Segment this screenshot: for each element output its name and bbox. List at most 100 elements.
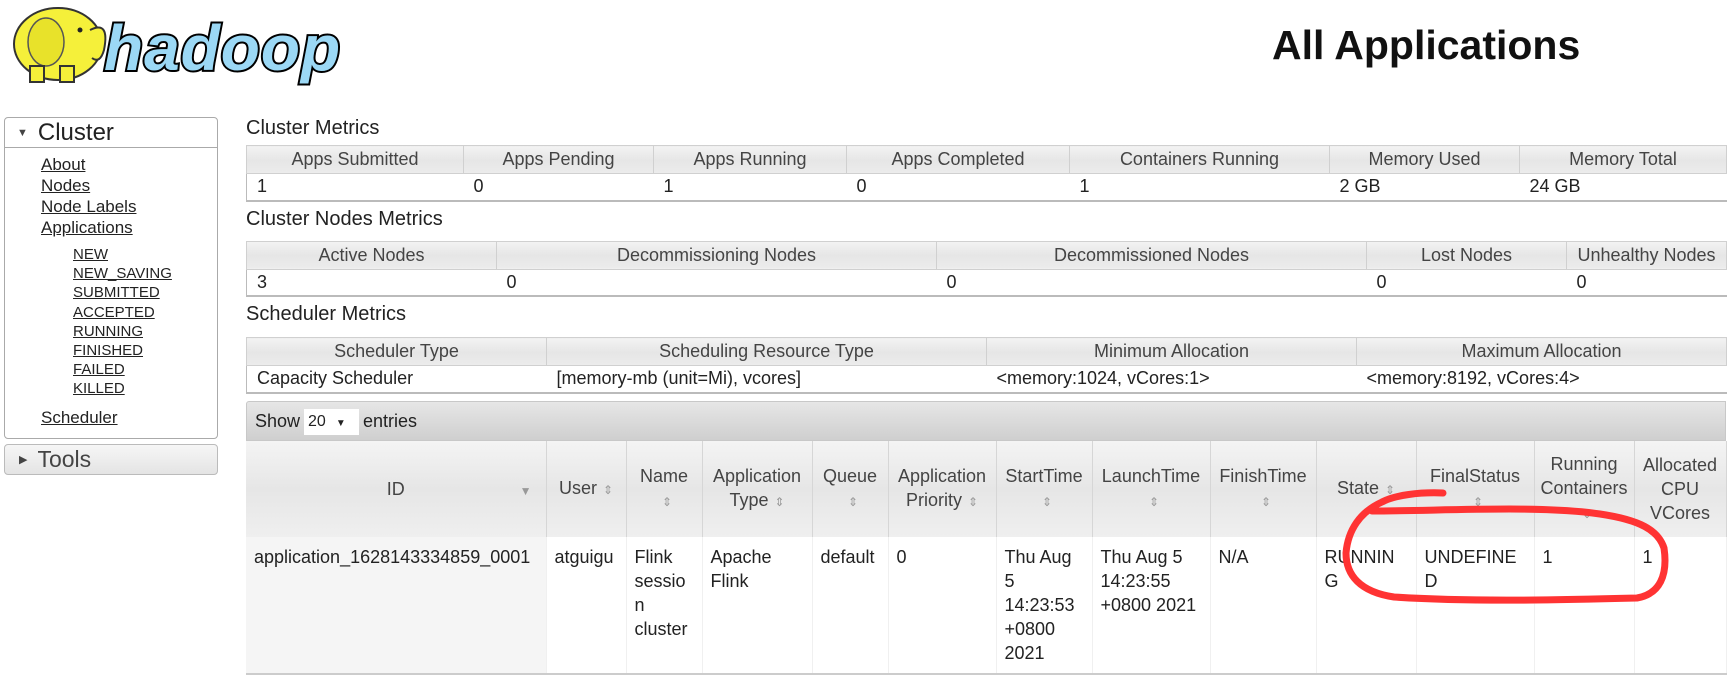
- link-unhealthy-nodes[interactable]: 0: [1577, 272, 1587, 292]
- cluster-toggle[interactable]: ▼ Cluster: [5, 118, 217, 148]
- page-size-value: 20: [308, 412, 326, 430]
- page-title: All Applications: [1272, 22, 1581, 68]
- value-containers-running: 1: [1069, 173, 1330, 202]
- header-decommissioning-nodes: Decommissioning Nodes: [496, 240, 937, 270]
- link-decommissioning-nodes[interactable]: 0: [507, 272, 517, 292]
- value-memory-total: 24 GB: [1519, 173, 1727, 202]
- nav-nodes[interactable]: Nodes: [41, 175, 217, 196]
- column-label: LaunchTime: [1101, 465, 1201, 486]
- cell-start-time: Thu Aug 5 14:23:53 +0800 2021: [996, 536, 1093, 675]
- cell-final-status: UNDEFINED: [1416, 536, 1535, 675]
- column-label: Queue: [822, 465, 878, 486]
- column-application-type[interactable]: Application Type ⇕: [702, 440, 813, 537]
- column-launch-time[interactable]: LaunchTime ⇕: [1092, 440, 1211, 537]
- nav-state-killed[interactable]: KILLED: [73, 379, 217, 398]
- application-id-link[interactable]: application_1628143334859_0001: [254, 547, 530, 567]
- nav-state-submitted[interactable]: SUBMITTED: [73, 283, 217, 302]
- header-lost-nodes: Lost Nodes: [1366, 240, 1567, 270]
- column-finish-time[interactable]: FinishTime ⇕: [1210, 440, 1317, 537]
- scheduler-metrics-table: Scheduler Type Scheduling Resource Type …: [246, 337, 1727, 394]
- header-apps-completed: Apps Completed: [846, 145, 1070, 174]
- column-label: FinishTime: [1219, 465, 1307, 486]
- header-decommissioned-nodes: Decommissioned Nodes: [936, 240, 1367, 270]
- value-apps-submitted: 1: [246, 173, 464, 202]
- column-name[interactable]: Name ⇕: [626, 440, 703, 537]
- value-apps-running: 1: [653, 173, 847, 202]
- tools-label: Tools: [37, 445, 92, 472]
- column-label: ID: [386, 478, 405, 499]
- column-label: Running Containers: [1540, 453, 1628, 498]
- nav-state-finished[interactable]: FINISHED: [73, 341, 217, 360]
- table-length-control: Show 20 ▼ entries: [246, 400, 1726, 441]
- elephant-icon: [13, 7, 107, 83]
- link-decommissioned-nodes[interactable]: 0: [947, 272, 957, 292]
- cell-application-type: Apache Flink: [702, 536, 813, 675]
- cluster-metrics-table: Apps Submitted Apps Pending Apps Running…: [246, 145, 1727, 202]
- column-label: Allocated CPU VCores: [1642, 454, 1718, 523]
- value-minimum-allocation: <memory:1024, vCores:1>: [986, 365, 1357, 394]
- header-minimum-allocation: Minimum Allocation: [986, 337, 1357, 366]
- sort-icon: ⇕: [1384, 482, 1396, 497]
- svg-text:hadoop: hadoop: [104, 12, 341, 84]
- column-running-containers[interactable]: Running Containers ⇕: [1534, 440, 1635, 537]
- caret-down-icon: ▼: [17, 127, 28, 140]
- column-label: User: [558, 477, 597, 498]
- column-application-priority[interactable]: Application Priority ⇕: [888, 440, 997, 537]
- header-scheduling-resource-type: Scheduling Resource Type: [546, 337, 987, 366]
- column-queue[interactable]: Queue ⇕: [812, 440, 889, 537]
- nav-state-running[interactable]: RUNNING: [73, 322, 217, 341]
- column-start-time[interactable]: StartTime ⇕: [996, 440, 1093, 537]
- sort-icon: ⇕: [661, 494, 673, 509]
- link-active-nodes[interactable]: 3: [257, 272, 267, 292]
- nav-scheduler[interactable]: Scheduler: [41, 407, 217, 428]
- column-label: Name: [639, 465, 688, 486]
- hadoop-logo: hadoop: [13, 7, 342, 86]
- column-state[interactable]: State ⇕: [1316, 440, 1417, 537]
- sidebar: ▼ Cluster About Nodes Node Labels Applica…: [4, 117, 218, 475]
- header-active-nodes: Active Nodes: [246, 240, 497, 270]
- value-scheduling-resource-type: [memory-mb (unit=Mi), vcores]: [546, 365, 987, 394]
- nav-applications[interactable]: Applications: [41, 217, 217, 238]
- sort-icon: ⇕: [967, 494, 979, 509]
- nav-state-accepted[interactable]: ACCEPTED: [73, 303, 217, 322]
- nodes-metrics-table: Active Nodes Decommissioning Nodes Decom…: [246, 240, 1727, 297]
- value-maximum-allocation: <memory:8192, vCores:4>: [1356, 365, 1727, 394]
- sort-icon: ⇕: [847, 494, 859, 509]
- cell-running-containers: 1: [1534, 536, 1635, 675]
- cell-allocated-vcores: 1: [1634, 536, 1727, 675]
- scheduler-metrics-title: Scheduler Metrics: [246, 303, 407, 325]
- page-size-select[interactable]: 20 ▼: [304, 408, 360, 435]
- cell-launch-time: Thu Aug 5 14:23:55 +0800 2021: [1092, 536, 1211, 675]
- nav-about[interactable]: About: [41, 154, 217, 175]
- header-apps-submitted: Apps Submitted: [246, 145, 464, 174]
- header-apps-pending: Apps Pending: [463, 145, 654, 174]
- nav-state-new-saving[interactable]: NEW_SAVING: [73, 264, 217, 283]
- link-lost-nodes[interactable]: 0: [1377, 272, 1387, 292]
- column-id[interactable]: ID ▼: [246, 440, 547, 537]
- sort-desc-icon: ▼: [519, 483, 532, 498]
- cluster-metrics-title: Cluster Metrics: [246, 117, 380, 139]
- column-label: Application Type: [712, 465, 802, 510]
- header-apps-running: Apps Running: [653, 145, 847, 174]
- column-final-status[interactable]: FinalStatus ⇕: [1416, 440, 1535, 537]
- nav-node-labels[interactable]: Node Labels: [41, 196, 217, 217]
- column-allocated-vcores[interactable]: Allocated CPU VCores: [1634, 440, 1727, 537]
- column-user[interactable]: User ⇕: [546, 440, 627, 537]
- value-apps-pending: 0: [463, 173, 654, 202]
- sort-icon: ⇕: [1041, 494, 1053, 509]
- nav-state-failed[interactable]: FAILED: [73, 360, 217, 379]
- table-row: application_1628143334859_0001 atguigu F…: [246, 536, 1727, 675]
- sort-icon: ⇕: [1581, 506, 1593, 521]
- cell-state: RUNNING: [1316, 536, 1417, 675]
- nodes-metrics-title: Cluster Nodes Metrics: [246, 207, 443, 230]
- value-apps-completed: 0: [846, 173, 1070, 202]
- column-label: FinalStatus: [1429, 465, 1521, 486]
- main-content: Cluster Metrics Apps Submitted Apps Pend…: [246, 116, 1727, 675]
- column-label: StartTime: [1005, 465, 1083, 486]
- cell-user: atguigu: [546, 536, 627, 675]
- cell-name: Flink session cluster: [626, 536, 703, 675]
- nav-state-new[interactable]: NEW: [73, 245, 217, 264]
- sort-icon: ⇕: [1472, 494, 1484, 509]
- tools-toggle[interactable]: ▶ Tools: [4, 443, 218, 475]
- value-scheduler-type: Capacity Scheduler: [246, 365, 547, 394]
